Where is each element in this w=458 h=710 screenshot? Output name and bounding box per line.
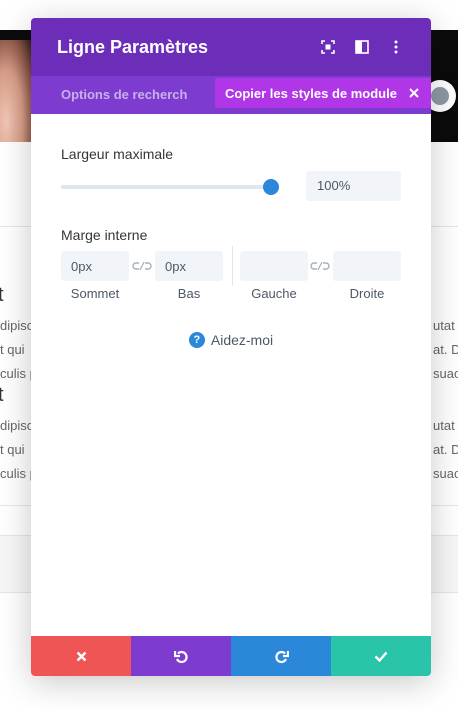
padding-right-caption: Droite — [349, 286, 385, 301]
background-hero-image — [0, 40, 32, 142]
help-label: Aidez-moi — [210, 332, 274, 348]
padding-bottom-caption: Bas — [177, 286, 201, 301]
slider-thumb[interactable] — [263, 179, 279, 195]
row-settings-modal: Ligne Paramètres Options de recherch Cop… — [31, 18, 431, 676]
split-view-icon[interactable] — [353, 38, 371, 56]
background-text-line: t qui — [0, 442, 25, 457]
background-text-line: t qui — [0, 342, 25, 357]
link-icon[interactable] — [132, 259, 152, 273]
help-icon: ? — [188, 332, 205, 348]
close-icon[interactable] — [407, 86, 421, 100]
background-text-line: at. D — [433, 342, 458, 357]
padding-label: Marge interne — [61, 227, 148, 243]
link-icon[interactable] — [310, 259, 330, 273]
redo-icon — [274, 650, 289, 663]
cancel-button[interactable] — [31, 636, 131, 676]
max-width-label: Largeur maximale — [61, 146, 174, 162]
close-icon — [76, 651, 86, 661]
background-heading: t — [0, 284, 4, 306]
header-icons — [319, 38, 405, 56]
fullscreen-icon[interactable] — [319, 38, 337, 56]
background-text-line: dipisc — [0, 318, 34, 333]
padding-top-input[interactable] — [61, 251, 129, 281]
modal-title: Ligne Paramètres — [57, 36, 209, 57]
background-text-line: dipisc — [0, 418, 34, 433]
padding-right-input[interactable] — [333, 251, 401, 281]
background-text-line: suac — [433, 466, 458, 481]
modal-footer — [31, 636, 431, 676]
tab-search-options[interactable]: Options de recherch — [61, 87, 187, 102]
undo-icon — [173, 650, 188, 663]
padding-bottom-input[interactable] — [155, 251, 223, 281]
background-text-line: at. D — [433, 442, 458, 457]
background-text-line: suac — [433, 366, 458, 381]
copy-module-styles-label: Copier les styles de module — [225, 85, 397, 101]
check-icon — [374, 651, 388, 662]
padding-left-input[interactable] — [240, 251, 308, 281]
background-heading: t — [0, 384, 4, 406]
padding-top-caption: Sommet — [70, 286, 120, 301]
slider-fill — [61, 185, 271, 189]
max-width-value-input[interactable] — [306, 171, 401, 201]
modal-header: Ligne Paramètres — [31, 18, 431, 76]
more-options-icon[interactable] — [387, 38, 405, 56]
padding-separator — [232, 246, 233, 286]
tab-bar: Options de recherch Copier les styles de… — [31, 76, 431, 114]
undo-button[interactable] — [131, 636, 231, 676]
background-text-line: utat — [433, 418, 455, 433]
save-button[interactable] — [331, 636, 431, 676]
max-width-slider[interactable] — [61, 179, 279, 195]
redo-button[interactable] — [231, 636, 331, 676]
help-link[interactable]: ? Aidez-moi — [31, 332, 431, 348]
copy-module-styles-banner[interactable]: Copier les styles de module — [215, 78, 431, 108]
background-text-line: utat — [433, 318, 455, 333]
padding-left-caption: Gauche — [251, 286, 297, 301]
